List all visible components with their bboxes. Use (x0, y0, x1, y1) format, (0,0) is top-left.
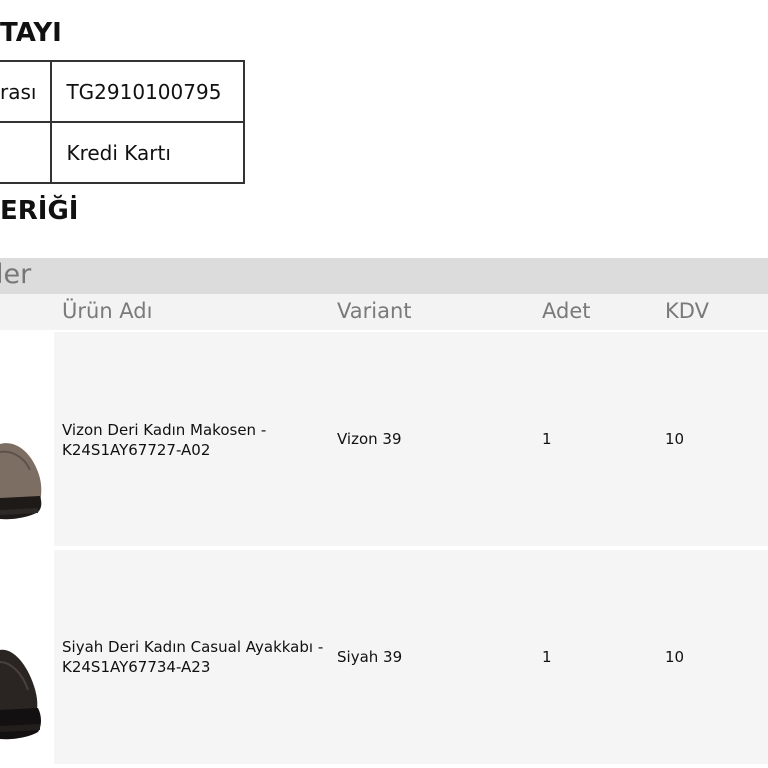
product-vat: 10 (665, 648, 685, 666)
order-detail-heading: TAYI (0, 18, 62, 48)
product-name: Siyah Deri Kadın Casual Ayakkabı - K24S1… (62, 637, 323, 677)
column-header-vat: KDV (665, 299, 709, 323)
column-header-variant: Variant (337, 299, 412, 323)
order-number-label: rası (0, 60, 53, 123)
order-content-heading: ERİĞİ (0, 196, 79, 226)
product-code-line: K24S1AY67727-A02 (62, 441, 211, 459)
payment-method-value: Kredi Kartı (50, 121, 246, 184)
product-quantity: 1 (542, 430, 552, 448)
product-name-line: Siyah Deri Kadın Casual Ayakkabı - (62, 638, 324, 656)
product-image-cell (0, 550, 54, 764)
brown-suede-loafer-icon (0, 443, 42, 520)
order-number-value: TG2910100795 (50, 60, 246, 123)
column-header-product-name: Ürün Adı (62, 299, 153, 323)
product-variant: Siyah 39 (337, 648, 403, 666)
products-table-header: Ürün Adı Variant Adet KDV (0, 294, 768, 330)
black-leather-shoe-icon (0, 649, 41, 740)
product-name: Vizon Deri Kadın Makosen - K24S1AY67727-… (62, 420, 266, 460)
products-section-band: ler (0, 258, 768, 294)
product-code-line: K24S1AY67734-A23 (62, 658, 211, 676)
product-name-line: Vizon Deri Kadın Makosen - (62, 421, 267, 439)
order-number-row: rası TG2910100795 (0, 60, 246, 123)
product-quantity: 1 (542, 648, 552, 666)
payment-method-row: Kredi Kartı (0, 121, 246, 184)
table-row: Siyah Deri Kadın Casual Ayakkabı - K24S1… (0, 550, 768, 764)
order-info-table: rası TG2910100795 Kredi Kartı (0, 60, 246, 184)
table-row: Vizon Deri Kadın Makosen - K24S1AY67727-… (0, 332, 768, 547)
product-variant: Vizon 39 (337, 430, 402, 448)
column-header-quantity: Adet (542, 299, 591, 323)
product-vat: 10 (665, 430, 685, 448)
payment-method-label (0, 121, 53, 184)
products-section-title: ler (0, 259, 32, 290)
product-image-cell (0, 332, 54, 547)
